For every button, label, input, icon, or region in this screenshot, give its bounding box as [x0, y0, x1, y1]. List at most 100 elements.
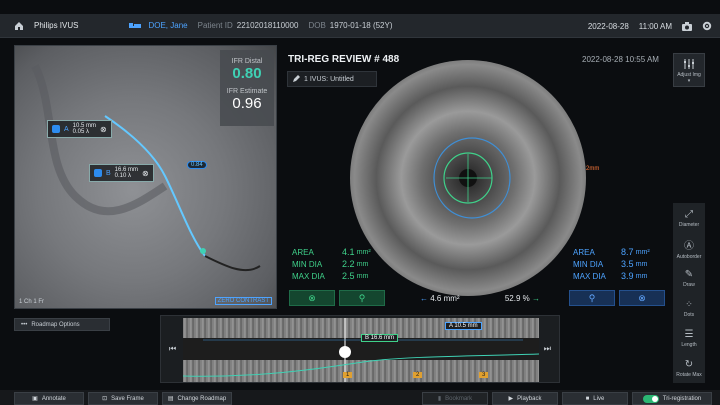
roadmap-options-button[interactable]: ••• Roadmap Options — [14, 318, 110, 331]
tool-label: Length — [681, 341, 697, 348]
bookmark-label: Bookmark — [445, 395, 473, 402]
current-time: 11:00 AM — [638, 21, 672, 31]
home-icon[interactable] — [14, 21, 24, 31]
tools-panel: ⤢ Diameter Ⓐ Autoborder ✎ Draw ⁘ Dots ☰ … — [673, 203, 705, 383]
measurement-b[interactable]: B 16.6 mm 0.10 λ ⊗ — [89, 164, 154, 182]
plaque-burden-value: 52.9 % — [504, 294, 530, 303]
measurement-value: 0.10 λ — [114, 173, 132, 179]
sliders-icon — [684, 59, 694, 69]
marker-1[interactable]: 1 — [343, 372, 353, 378]
ivus-cross-section[interactable] — [350, 60, 586, 296]
step-back-icon[interactable]: ⏮ — [169, 344, 176, 354]
bottom-toolbar: ▣ Annotate ⊡ Save Frame ▤ Change Roadmap ▮ B… — [0, 390, 720, 405]
stat-value: 3.9 — [621, 271, 634, 281]
segment-b-tag[interactable]: B 16.6 mm — [361, 334, 399, 342]
pin-icon: ⚲ — [358, 292, 366, 303]
plaque-burden: 52.9 % → — [505, 294, 540, 303]
bookmark-icon: ▮ — [437, 396, 442, 402]
stat-value: 2.5 — [342, 271, 355, 281]
adjust-image-button[interactable]: Adjust Img ▾ — [673, 53, 705, 87]
toggle-switch[interactable] — [642, 394, 659, 403]
min-area: ← 4.6 mm² — [420, 294, 460, 303]
delete-vessel-button[interactable]: ⊗ — [619, 290, 665, 306]
marker-3[interactable]: 3 — [479, 372, 489, 378]
stat-key: AREA — [573, 247, 595, 257]
tool-diameter[interactable]: ⤢ Diameter — [673, 203, 705, 233]
tool-label: Diameter — [678, 221, 700, 228]
close-circle-icon: ⊗ — [638, 292, 646, 303]
live-button[interactable]: ■ Live — [562, 392, 628, 405]
patient-name[interactable]: DOE, Jane — [148, 21, 187, 30]
pin-lumen-button[interactable]: ⚲ — [339, 290, 385, 306]
marker-2[interactable]: 2 — [413, 372, 423, 378]
dob-value: 1970-01-18 (52Y) — [329, 21, 393, 30]
play-icon: ▶ — [508, 396, 514, 402]
close-icon[interactable]: ⊗ — [142, 169, 149, 178]
tri-registration-label: Tri-registration — [662, 395, 702, 402]
stat-value: 8.7 — [621, 247, 634, 257]
tool-dots[interactable]: ⁘ Dots — [673, 293, 705, 323]
annotate-label: Annotate — [41, 395, 66, 402]
close-circle-icon: ⊗ — [308, 292, 316, 303]
ifr-distal-value: 0.80 — [232, 65, 262, 82]
change-roadmap-button[interactable]: ▤ Change Roadmap — [162, 392, 232, 405]
dob-label: DOB — [308, 21, 326, 30]
stat-value: 4.1 — [342, 247, 355, 257]
stat-unit: mm — [356, 272, 369, 280]
stat-unit: mm — [635, 272, 648, 280]
tool-autoborder[interactable]: Ⓐ Autoborder — [673, 233, 705, 263]
segment-a-tag[interactable]: A 10.5 mm — [445, 322, 482, 330]
angiography-view[interactable]: IFR Distal 0.80 IFR Estimate 0.96 A 10.5… — [14, 45, 277, 309]
longitudinal-image[interactable]: A 10.5 mm B 16.6 mm 1 2 3 — [183, 318, 539, 382]
stat-key: MAX DIA — [292, 271, 325, 281]
measurement-a[interactable]: A 10.5 mm 0.05 λ ⊗ — [47, 120, 112, 138]
draw-icon: ✎ — [684, 268, 694, 280]
pencil-icon — [293, 75, 300, 82]
measurement-letter: B — [106, 169, 111, 177]
gear-icon[interactable] — [702, 21, 712, 31]
patient-bed-icon — [129, 22, 142, 28]
playback-label: Playback — [517, 395, 542, 402]
tool-length[interactable]: ☰ Length — [673, 323, 705, 353]
tri-registration-toggle[interactable]: Tri-registration — [632, 392, 712, 405]
top-bar: Philips IVUS DOE, Jane Patient ID 221020… — [0, 14, 720, 38]
step-forward-icon[interactable]: ⏭ — [544, 344, 551, 354]
tool-draw[interactable]: ✎ Draw — [673, 263, 705, 293]
rotate-icon: ↻ — [684, 358, 694, 370]
current-date: 2022-08-28 — [587, 21, 629, 31]
ivus-run-name: 1 IVUS: Untitled — [304, 75, 354, 83]
measurement-value: 0.05 λ — [72, 129, 90, 135]
ifr-panel: IFR Distal 0.80 IFR Estimate 0.96 — [220, 50, 274, 126]
stat-unit: mm² — [356, 248, 371, 256]
stat-key: MIN DIA — [292, 259, 323, 269]
dots-icon: ⁘ — [685, 298, 693, 309]
diameter-icon: ⤢ — [685, 208, 693, 220]
arrow-right-icon: → — [532, 294, 540, 303]
live-label: Live — [593, 395, 605, 402]
ifr-estimate-value: 0.96 — [232, 95, 262, 112]
checkbox-icon[interactable] — [94, 169, 102, 177]
tool-label: Dots — [683, 311, 695, 318]
ivus-overlay — [433, 137, 511, 219]
stat-key: MAX DIA — [573, 271, 606, 281]
close-icon[interactable]: ⊗ — [100, 125, 107, 134]
vessel-stats-right: AREA 8.7 mm² MIN DIA 3.5 mm MAX DIA 3.9 mm — [573, 246, 650, 282]
arrow-left-icon: ← — [420, 294, 428, 303]
camera-icon[interactable] — [682, 21, 692, 31]
roadmap-options-label: Roadmap Options — [31, 321, 80, 328]
video-camera-icon: ■ — [585, 395, 590, 402]
checkbox-icon[interactable] — [52, 125, 60, 133]
ifr-estimate-label: IFR Estimate — [226, 88, 268, 95]
playback-button[interactable]: ▶ Playback — [492, 392, 558, 405]
longitudinal-view[interactable]: ⏮ A 10.5 mm B 16.6 mm 1 2 3 ⏭ — [160, 315, 560, 383]
annotate-button[interactable]: ▣ Annotate — [14, 392, 84, 405]
pin-vessel-button[interactable]: ⚲ — [569, 290, 615, 306]
delete-lumen-button[interactable]: ⊗ — [289, 290, 335, 306]
app-title: Philips IVUS — [34, 21, 79, 30]
more-icon: ••• — [21, 321, 28, 328]
tool-rotate[interactable]: ↻ Rotate Max — [673, 353, 705, 383]
measurement-letter: A — [64, 125, 69, 133]
save-frame-button[interactable]: ⊡ Save Frame — [88, 392, 158, 405]
bookmark-button[interactable]: ▮ Bookmark — [422, 392, 488, 405]
zero-contrast-label: ZERO CONTRAST — [214, 297, 272, 305]
